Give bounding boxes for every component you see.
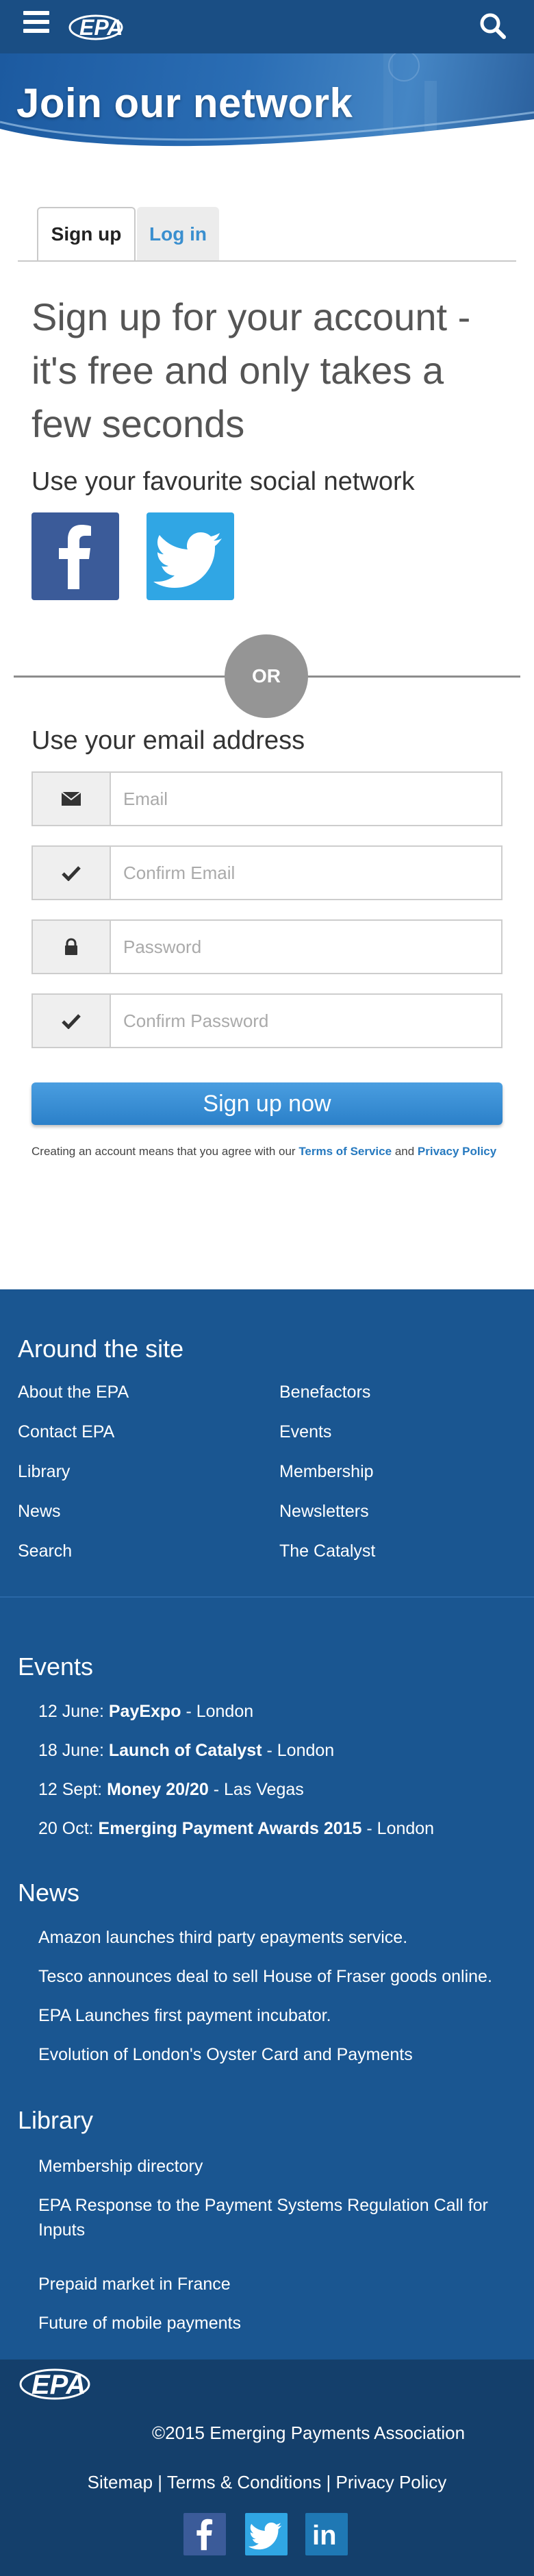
footer-link-search[interactable]: Search bbox=[18, 1541, 72, 1561]
footer-link-library[interactable]: Library bbox=[18, 1462, 70, 1482]
library-item[interactable]: Membership directory bbox=[38, 2154, 518, 2179]
footer-privacy-policy-link[interactable]: Privacy Policy bbox=[335, 2472, 446, 2492]
event-place: - London bbox=[186, 1702, 254, 1721]
library-item[interactable]: Prepaid market in France bbox=[38, 2272, 518, 2296]
epa-logo[interactable]: EPA bbox=[68, 11, 153, 42]
event-item[interactable]: 12 Sept: Money 20/20 - Las Vegas bbox=[38, 1777, 518, 1802]
signup-headline: Sign up for your account - it's free and… bbox=[31, 295, 471, 445]
footer-legal-links: Sitemap | Terms & Conditions | Privacy P… bbox=[0, 2472, 534, 2493]
facebook-icon bbox=[59, 525, 91, 589]
library-title: Library bbox=[18, 2106, 94, 2134]
events-title: Events bbox=[18, 1652, 94, 1681]
news-item[interactable]: Amazon launches third party epayments se… bbox=[38, 1925, 518, 1950]
event-place: - London bbox=[366, 1819, 435, 1838]
footer-link-membership[interactable]: Membership bbox=[279, 1462, 374, 1482]
linkedin-icon[interactable]: in bbox=[305, 2513, 348, 2555]
footer-link-events[interactable]: Events bbox=[279, 1422, 331, 1442]
event-name: Emerging Payment Awards 2015 bbox=[98, 1819, 362, 1838]
check-icon bbox=[33, 995, 111, 1047]
footer-link-benefactors[interactable]: Benefactors bbox=[279, 1383, 370, 1402]
footer-link-newsletters[interactable]: Newsletters bbox=[279, 1502, 369, 1522]
footer-link-contact[interactable]: Contact EPA bbox=[18, 1422, 114, 1442]
hero-banner: Join our network bbox=[0, 53, 534, 174]
event-name: Launch of Catalyst bbox=[108, 1741, 262, 1760]
terms-notice: Creating an account means that you agree… bbox=[31, 1137, 511, 1166]
link-separator: | bbox=[157, 2472, 163, 2492]
check-icon bbox=[33, 847, 111, 899]
link-separator: | bbox=[326, 2472, 331, 2492]
password-input[interactable] bbox=[112, 921, 500, 973]
confirm-password-input[interactable] bbox=[112, 995, 500, 1047]
terms-of-service-link[interactable]: Terms of Service bbox=[298, 1145, 392, 1158]
password-field[interactable] bbox=[31, 919, 503, 974]
event-place: - Las Vegas bbox=[213, 1780, 304, 1799]
email-input[interactable] bbox=[112, 773, 500, 825]
tab-sign-up[interactable]: Sign up bbox=[37, 207, 136, 262]
envelope-icon bbox=[33, 773, 111, 825]
news-item[interactable]: EPA Launches first payment incubator. bbox=[38, 2003, 518, 2028]
library-item[interactable]: EPA Response to the Payment Systems Regu… bbox=[38, 2193, 518, 2242]
or-divider-badge: OR bbox=[225, 634, 308, 718]
tab-log-in[interactable]: Log in bbox=[137, 207, 219, 262]
page-title: Join our network bbox=[16, 80, 353, 126]
search-icon[interactable] bbox=[476, 10, 509, 42]
event-place: - London bbox=[266, 1741, 335, 1760]
privacy-policy-link[interactable]: Privacy Policy bbox=[418, 1145, 496, 1158]
news-item[interactable]: Tesco announces deal to sell House of Fr… bbox=[38, 1964, 518, 1989]
email-heading: Use your email address bbox=[31, 726, 305, 755]
svg-text:EPA: EPA bbox=[79, 15, 123, 40]
terms-conditions-link[interactable]: Terms & Conditions bbox=[167, 2472, 321, 2492]
news-title: News bbox=[18, 1879, 80, 1907]
news-item[interactable]: Evolution of London's Oyster Card and Pa… bbox=[38, 2042, 518, 2067]
event-name: Money 20/20 bbox=[107, 1780, 209, 1799]
svg-text:in: in bbox=[312, 2521, 337, 2551]
top-navigation-bar: EPA bbox=[0, 0, 534, 53]
hamburger-menu-icon[interactable] bbox=[23, 11, 49, 36]
footer-link-catalyst[interactable]: The Catalyst bbox=[279, 1541, 375, 1561]
around-the-site-title: Around the site bbox=[18, 1335, 184, 1363]
footer-epa-logo[interactable]: EPA bbox=[18, 2357, 118, 2402]
facebook-signup-button[interactable] bbox=[31, 512, 119, 600]
confirm-email-input[interactable] bbox=[112, 847, 500, 899]
terms-prefix: Creating an account means that you agree… bbox=[31, 1145, 296, 1158]
svg-text:EPA: EPA bbox=[31, 2370, 86, 2400]
email-field[interactable] bbox=[31, 771, 503, 826]
copyright-text: ©2015 Emerging Payments Association bbox=[152, 2423, 466, 2443]
event-item[interactable]: 12 June: PayExpo - London bbox=[38, 1699, 518, 1724]
event-date: 18 June: bbox=[38, 1741, 104, 1760]
sign-up-now-button[interactable]: Sign up now bbox=[31, 1082, 503, 1125]
event-name: PayExpo bbox=[108, 1702, 181, 1721]
library-item[interactable]: Future of mobile payments bbox=[38, 2311, 518, 2336]
event-date: 20 Oct: bbox=[38, 1819, 94, 1838]
event-date: 12 Sept: bbox=[38, 1780, 103, 1799]
tabs-divider bbox=[18, 260, 516, 262]
twitter-icon[interactable] bbox=[245, 2513, 288, 2555]
lock-icon bbox=[33, 921, 111, 973]
confirm-password-field[interactable] bbox=[31, 993, 503, 1048]
event-item[interactable]: 18 June: Launch of Catalyst - London bbox=[38, 1738, 518, 1763]
twitter-icon bbox=[153, 532, 222, 588]
facebook-icon[interactable] bbox=[183, 2513, 226, 2555]
confirm-email-field[interactable] bbox=[31, 845, 503, 900]
footer-link-about[interactable]: About the EPA bbox=[18, 1383, 129, 1402]
event-item[interactable]: 20 Oct: Emerging Payment Awards 2015 - L… bbox=[38, 1816, 518, 1841]
terms-and: and bbox=[394, 1145, 415, 1158]
sitemap-link[interactable]: Sitemap bbox=[88, 2472, 153, 2492]
twitter-signup-button[interactable] bbox=[147, 512, 234, 600]
event-date: 12 June: bbox=[38, 1702, 104, 1721]
social-heading: Use your favourite social network bbox=[31, 467, 415, 496]
footer-link-news[interactable]: News bbox=[18, 1502, 61, 1522]
